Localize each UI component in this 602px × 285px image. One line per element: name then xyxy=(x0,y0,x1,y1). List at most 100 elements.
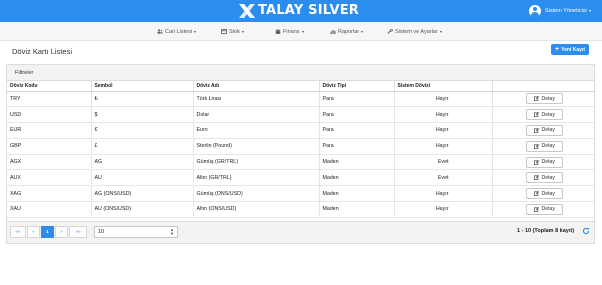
cell-name: Gümüş (ONS/USD) xyxy=(193,185,320,203)
page-title: Döviz Kartı Listesi xyxy=(12,47,73,56)
column-header-type[interactable]: Döviz Tipi xyxy=(319,81,395,92)
coins-icon xyxy=(275,29,281,34)
detail-label: Detay xyxy=(541,190,556,197)
cell-actions: Detay xyxy=(492,154,594,171)
select-arrows-icon: ▲ ▼ xyxy=(170,227,174,236)
cell-code: EUR xyxy=(7,122,92,139)
detail-button[interactable]: Detay xyxy=(526,156,564,168)
plus-icon: + xyxy=(555,46,560,53)
cell-symbol: £ xyxy=(91,138,194,155)
column-header-name[interactable]: Döviz Adı xyxy=(193,81,320,92)
cell-name: Sterlin (Pound) xyxy=(193,138,320,155)
wrench-icon xyxy=(387,29,393,34)
chevron-down-icon xyxy=(361,30,364,33)
cell-system: Hayır xyxy=(394,106,493,124)
cell-name: Euro xyxy=(193,122,320,139)
cell-symbol: AG (ONS/USD) xyxy=(91,185,194,203)
column-header-symbol[interactable]: Sembol xyxy=(91,81,194,92)
cell-actions: Detay xyxy=(492,122,594,139)
detail-button[interactable]: Detay xyxy=(526,140,564,152)
brand-logo[interactable]: TALAY SILVER xyxy=(238,3,359,19)
detail-button[interactable]: Detay xyxy=(526,109,564,121)
cell-symbol: AU (ONS/USD) xyxy=(91,201,194,218)
chevron-down-icon xyxy=(439,30,442,33)
brand-name: TALAY SILVER xyxy=(258,3,360,18)
cell-code: AGX xyxy=(7,154,92,171)
cell-type: Para xyxy=(319,91,395,108)
cell-type: Para xyxy=(319,122,395,139)
detail-label: Detay xyxy=(541,111,556,118)
cell-system: Hayır xyxy=(394,185,493,203)
detail-label: Detay xyxy=(541,206,556,213)
filters-toggle[interactable]: Filtreler xyxy=(7,65,594,81)
page-size-value: 10 xyxy=(98,229,105,235)
menu-item-stok[interactable]: Stok xyxy=(221,22,245,41)
main-menu: Cari Listesi Stok Finans Raporlar Sistem… xyxy=(0,22,602,41)
cell-name: Türk Lirası xyxy=(193,91,320,108)
edit-icon xyxy=(534,96,540,102)
cell-name: Dolar xyxy=(193,106,320,124)
table-row: XAG AG (ONS/USD) Gümüş (ONS/USD) Maden Hayır… xyxy=(7,185,594,203)
first-page-button[interactable]: «« xyxy=(10,226,26,238)
detail-label: Detay xyxy=(541,174,556,181)
detail-button[interactable]: Detay xyxy=(526,124,564,136)
cell-code: TRY xyxy=(7,91,92,108)
refresh-icon[interactable] xyxy=(582,227,590,235)
column-header-system[interactable]: Sistem Dövizi xyxy=(394,81,493,92)
edit-icon xyxy=(534,128,540,133)
prev-page-button[interactable]: « xyxy=(27,226,40,238)
cell-system: Evet xyxy=(394,154,493,171)
table-row: EUR € Euro Para Hayır Detay xyxy=(7,122,594,139)
cell-system: Evet xyxy=(394,169,493,187)
page-size-select[interactable]: 10 ▲ ▼ xyxy=(94,226,178,238)
cell-actions: Detay xyxy=(492,91,594,108)
cell-actions: Detay xyxy=(492,169,594,187)
menu-item-raporlar[interactable]: Raporlar xyxy=(330,22,364,41)
brand-x-icon xyxy=(239,4,255,18)
new-record-label: Yeni Kayıt xyxy=(561,46,585,53)
column-header-code[interactable]: Döviz Kodu xyxy=(7,81,92,92)
cell-symbol: € xyxy=(91,122,194,139)
last-page-button[interactable]: »» xyxy=(69,226,87,238)
detail-button[interactable]: Detay xyxy=(526,93,564,105)
detail-button[interactable]: Detay xyxy=(526,203,564,215)
table-row: AUX AU Altın (GR/TRL) Maden Evet Detay xyxy=(7,169,594,187)
menu-item-finans[interactable]: Finans xyxy=(275,22,304,41)
new-record-button[interactable]: + Yeni Kayıt xyxy=(551,44,589,55)
chevron-down-icon xyxy=(301,30,304,33)
table-header-row: Döviz Kodu Sembol Döviz Adı Döviz Tipi S… xyxy=(7,81,594,92)
currency-table: Döviz Kodu Sembol Döviz Adı Döviz Tipi S… xyxy=(7,81,594,218)
top-navbar: TALAY SILVER Sistem Yöneticisi xyxy=(0,0,602,22)
detail-label: Detay xyxy=(541,159,556,166)
menu-item-sistem-ayarlar[interactable]: Sistem ve Ayarlar xyxy=(387,22,442,41)
cell-code: AUX xyxy=(7,169,92,187)
pagination: «« « 1 » »» xyxy=(10,226,88,238)
chevron-down-icon xyxy=(588,10,591,12)
table-footer: «« « 1 » »» 10 ▲ ▼ 1 - 10 (Toplam 8 kayıt… xyxy=(7,221,594,243)
column-header-actions xyxy=(492,81,594,92)
detail-label: Detay xyxy=(541,143,556,150)
menu-label: Sistem ve Ayarlar xyxy=(395,28,438,35)
table-row: USD $ Dolar Para Hayır Detay xyxy=(7,106,594,124)
detail-button[interactable]: Detay xyxy=(526,172,564,184)
cell-name: Altın (ONS/USD) xyxy=(193,201,320,218)
page-button-current[interactable]: 1 xyxy=(41,226,54,238)
cell-symbol: ₺ xyxy=(91,91,194,108)
cell-type: Maden xyxy=(319,169,395,187)
detail-button[interactable]: Detay xyxy=(526,188,564,200)
box-icon xyxy=(221,29,227,34)
menu-item-cari-listesi[interactable]: Cari Listesi xyxy=(157,22,197,41)
edit-icon xyxy=(534,207,540,212)
cell-symbol: $ xyxy=(91,106,194,124)
table-row: TRY ₺ Türk Lirası Para Hayır Detay xyxy=(7,91,594,108)
cell-system: Hayır xyxy=(394,201,493,218)
table-row: AGX AG Gümüş (GR/TRL) Maden Evet Detay xyxy=(7,154,594,171)
edit-icon xyxy=(534,112,540,118)
cell-symbol: AU xyxy=(91,169,194,187)
user-menu[interactable]: Sistem Yöneticisi xyxy=(529,4,591,18)
edit-icon xyxy=(534,143,540,149)
cell-code: GBP xyxy=(7,138,92,155)
cell-type: Para xyxy=(319,138,395,155)
cell-name: Gümüş (GR/TRL) xyxy=(193,154,320,171)
next-page-button[interactable]: » xyxy=(55,226,68,238)
